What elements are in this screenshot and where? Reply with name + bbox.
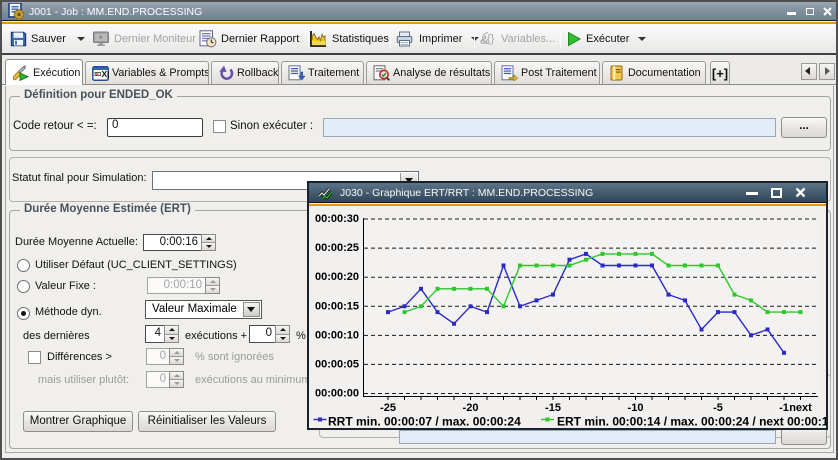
svg-text:-10: -10 (628, 402, 644, 414)
svg-text:-15: -15 (545, 402, 561, 414)
svg-text:X(): X() (102, 69, 110, 79)
svg-text:-20: -20 (463, 402, 479, 414)
svg-text:00:00:20: 00:00:20 (315, 271, 359, 283)
svg-text:00:00:15: 00:00:15 (315, 300, 359, 312)
svg-text:00:00:10: 00:00:10 (315, 329, 359, 341)
svg-text:{}: {} (487, 33, 495, 45)
svg-text:00:00:30: 00:00:30 (315, 213, 359, 225)
svg-text:-25: -25 (380, 402, 396, 414)
svg-text:next: next (789, 402, 812, 414)
svg-text:00:00:00: 00:00:00 (315, 388, 359, 400)
svg-text:RRT min. 00:00:07 / max. 00:00: RRT min. 00:00:07 / max. 00:00:24 (328, 415, 521, 429)
svg-text:-1: -1 (779, 402, 789, 414)
svg-text:00:00:05: 00:00:05 (315, 358, 359, 370)
svg-text:-5: -5 (713, 402, 723, 414)
svg-text:ERT min. 00:00:14 / max. 00:00: ERT min. 00:00:14 / max. 00:00:24 / next… (557, 415, 826, 429)
svg-text:00:00:25: 00:00:25 (315, 242, 359, 254)
